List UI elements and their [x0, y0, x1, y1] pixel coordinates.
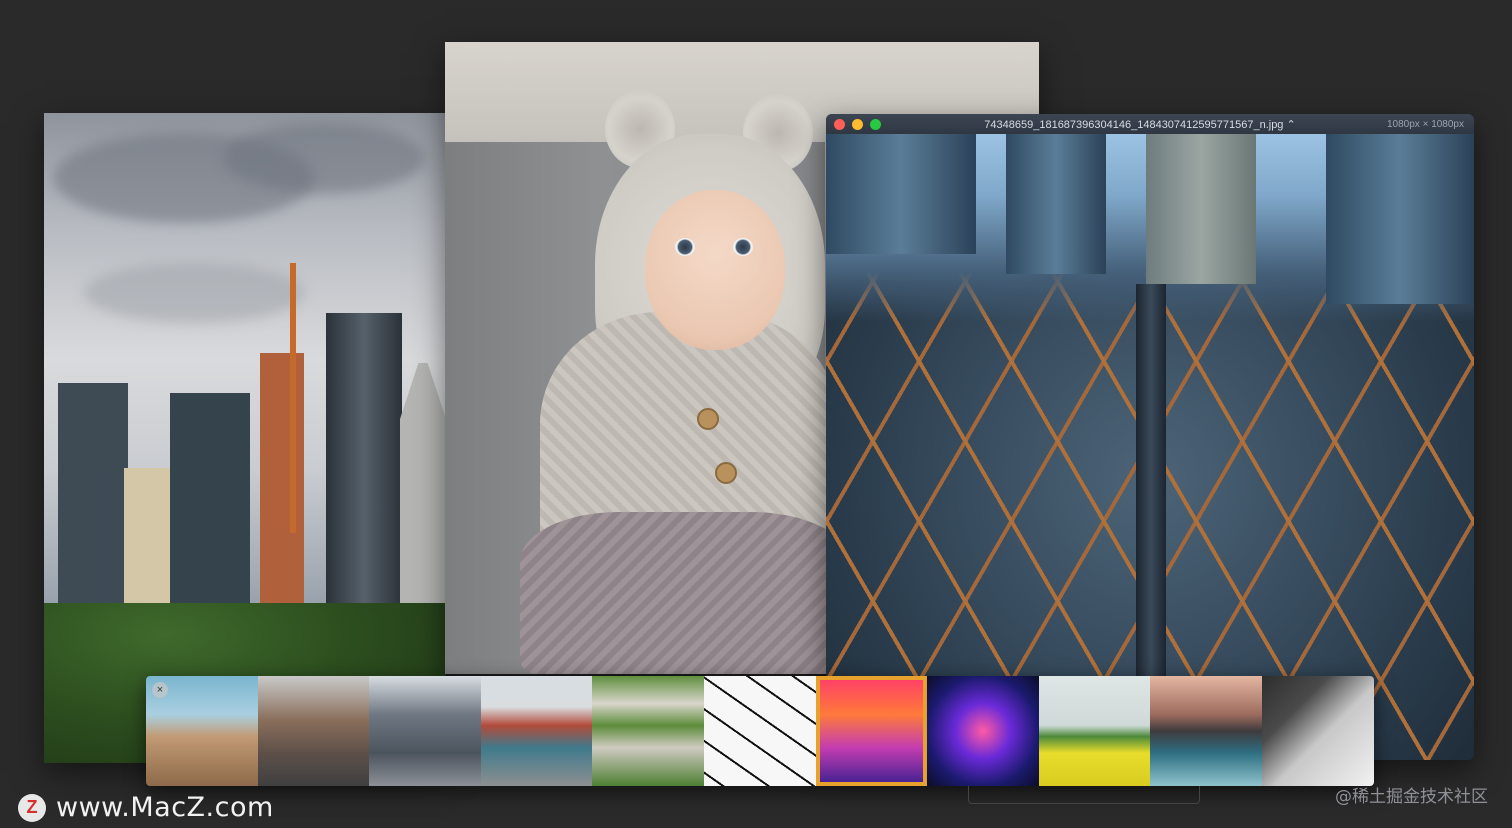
- image-viewer-window[interactable]: 74348659_181687396304146_148430741259577…: [826, 114, 1474, 760]
- thumb-bridge-street[interactable]: [257, 676, 370, 786]
- sweater-button: [715, 462, 737, 484]
- thumb-geometric-lines[interactable]: [703, 676, 816, 786]
- close-strip-icon[interactable]: ×: [152, 682, 168, 698]
- window-title: 74348659_181687396304146_148430741259577…: [966, 118, 1314, 131]
- thumb-phone-keyboard[interactable]: [1261, 676, 1374, 786]
- cloud: [224, 123, 424, 193]
- thumb-yellow-field[interactable]: [1038, 676, 1151, 786]
- thumb-neon-tunnel[interactable]: [927, 676, 1039, 786]
- vessel-photo: [826, 134, 1474, 760]
- sweater-button: [697, 408, 719, 430]
- baby-face: [645, 190, 785, 350]
- macz-logo-icon: [18, 793, 46, 822]
- thumb-green-building[interactable]: [592, 676, 704, 786]
- macz-url: www.MacZ.com: [56, 792, 274, 823]
- thumbnail-strip[interactable]: ×: [146, 676, 1374, 786]
- window-titlebar[interactable]: 74348659_181687396304146_148430741259577…: [826, 114, 1474, 134]
- juejin-watermark: @稀土掘金技术社区: [1335, 787, 1488, 807]
- cloud: [84, 263, 304, 323]
- glass-tower: [1006, 134, 1106, 274]
- thumb-mountain-lake[interactable]: [1150, 676, 1262, 786]
- file-name: 74348659_181687396304146_148430741259577…: [984, 118, 1284, 131]
- image-size-label: 1080px × 1080px: [1386, 118, 1464, 130]
- glass-tower: [1146, 134, 1256, 284]
- glass-tower: [1326, 134, 1474, 304]
- eye: [675, 238, 695, 256]
- macz-watermark: www.MacZ.com: [18, 792, 274, 823]
- glass-tower: [826, 134, 976, 254]
- thumb-neon-corridor[interactable]: [815, 676, 928, 786]
- zoom-window-button[interactable]: [870, 118, 881, 130]
- skyscraper: [326, 313, 402, 643]
- chevron-updown-icon[interactable]: ⌃: [1287, 119, 1296, 131]
- spire-building: [400, 363, 446, 643]
- thumb-city-street[interactable]: [369, 676, 481, 786]
- close-window-button[interactable]: [834, 118, 845, 130]
- background-window-edge: [968, 786, 1200, 804]
- crane: [290, 263, 296, 533]
- knit-pants: [520, 512, 850, 674]
- eye: [733, 238, 753, 256]
- thumb-townhouses[interactable]: [480, 676, 593, 786]
- construction-building: [260, 353, 304, 643]
- city-skyline-photo: [44, 113, 446, 763]
- minimize-window-button[interactable]: [852, 118, 863, 130]
